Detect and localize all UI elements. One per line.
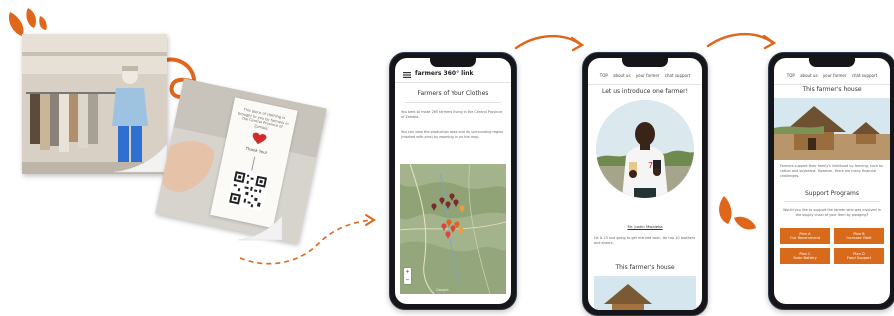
phone-notch xyxy=(622,58,668,67)
house-desc: Farmers support their family's livelihoo… xyxy=(780,164,883,178)
nav-top[interactable]: TOP xyxy=(600,73,608,78)
nav-chat-support[interactable]: chat support xyxy=(852,73,877,78)
map-hint-text: You can view the production area and its… xyxy=(401,130,504,139)
farmer-bio: He is 23 and going to get married soon. … xyxy=(594,236,696,245)
map-pin-icon[interactable] xyxy=(431,203,437,211)
farmer-portrait: 7 xyxy=(596,100,694,198)
nav-about[interactable]: about us xyxy=(613,73,630,78)
plan-a-desc: Our Recommend xyxy=(789,236,821,240)
nav-your-farmer[interactable]: your farmer xyxy=(823,73,847,78)
nav-divider xyxy=(774,84,890,85)
map-pins-layer xyxy=(431,193,465,239)
map-zoom-controls: + − xyxy=(404,268,411,284)
zoom-in-button[interactable]: + xyxy=(404,268,411,276)
plan-b-button[interactable]: Plan B Increase Yield xyxy=(834,228,884,244)
splash-decoration xyxy=(8,8,47,36)
map-credit: Google xyxy=(436,288,449,292)
plan-d-desc: Food Support xyxy=(847,256,871,260)
plan-c-desc: Solar Battery xyxy=(793,256,817,260)
nav-divider xyxy=(588,84,702,85)
support-title: Support Programs xyxy=(804,190,860,197)
phone-farmer-screen: TOP about us your farmer chat support Le… xyxy=(582,52,708,316)
hamburger-menu-icon[interactable] xyxy=(403,72,411,78)
map-pin-icon[interactable] xyxy=(458,227,464,235)
phone-support-screen: TOP about us your farmer chat support Th… xyxy=(768,52,894,310)
map-pin-icon[interactable] xyxy=(450,225,456,233)
brand-title: farmers 360° link xyxy=(415,70,474,77)
plan-a-button[interactable]: Plan A Our Recommend xyxy=(780,228,830,244)
plan-b-desc: Increase Yield xyxy=(846,236,872,240)
intro-text: You bent to make 265 farmers living in t… xyxy=(401,110,503,119)
support-divider xyxy=(784,201,880,202)
page-curl-decoration xyxy=(113,143,168,173)
tag-note: This piece of clothing is brought to you… xyxy=(237,107,290,131)
phone-screen: farmers 360° link Farmers of Your Clothe… xyxy=(395,58,511,304)
zoom-out-button[interactable]: − xyxy=(404,276,411,284)
phone-screen: TOP about us your farmer chat support Th… xyxy=(774,58,890,304)
map-pin-icon[interactable] xyxy=(439,197,445,205)
section-title: Farmers of Your Clothes xyxy=(417,90,489,97)
support-text: Would you like to support the farmer who… xyxy=(783,208,881,217)
svg-text:7: 7 xyxy=(648,161,653,170)
tag-string xyxy=(251,156,256,171)
nav-your-farmer[interactable]: your farmer xyxy=(636,73,660,78)
hut-illustration xyxy=(774,98,890,160)
header-divider xyxy=(395,82,511,83)
map-view[interactable]: + − Google xyxy=(400,164,506,294)
map-pin-icon[interactable] xyxy=(453,199,459,207)
house-title: This farmer's house xyxy=(615,264,675,271)
nav-chat-support[interactable]: chat support xyxy=(665,73,690,78)
farmer-name[interactable]: Mr. Justin Mwaleka xyxy=(588,224,702,229)
qr-code-icon[interactable] xyxy=(226,168,270,212)
phone-notch xyxy=(430,58,476,67)
phone-map-screen: farmers 360° link Farmers of Your Clothe… xyxy=(389,52,517,310)
map-pin-icon[interactable] xyxy=(445,231,451,239)
map-pin-icon[interactable] xyxy=(459,205,465,213)
phone-screen: TOP about us your farmer chat support Le… xyxy=(588,58,702,310)
intro-title: Let us introduce one farmer! xyxy=(602,88,688,95)
phone-notch xyxy=(809,58,855,67)
map-pin-icon[interactable] xyxy=(441,223,447,231)
farmer-illustration: 7 xyxy=(596,100,694,198)
house-title: This farmer's house xyxy=(802,86,862,93)
title-divider xyxy=(405,102,501,103)
plan-c-button[interactable]: Plan C Solar Battery xyxy=(780,248,830,264)
nav-top[interactable]: TOP xyxy=(787,73,795,78)
heart-icon xyxy=(252,132,267,145)
hut-illustration xyxy=(594,276,696,310)
page-curl-decoration xyxy=(237,215,283,241)
map-pin-icon[interactable] xyxy=(445,201,451,209)
nav-about[interactable]: about us xyxy=(800,73,817,78)
splash-decoration xyxy=(719,196,756,230)
house-photo xyxy=(774,98,890,160)
map-pin-icon[interactable] xyxy=(449,193,455,201)
plan-d-button[interactable]: Plan D Food Support xyxy=(834,248,884,264)
arrow-icon xyxy=(706,32,777,50)
house-photo xyxy=(594,276,696,310)
map-pin-icon[interactable] xyxy=(446,219,452,227)
arrow-icon xyxy=(514,34,585,52)
